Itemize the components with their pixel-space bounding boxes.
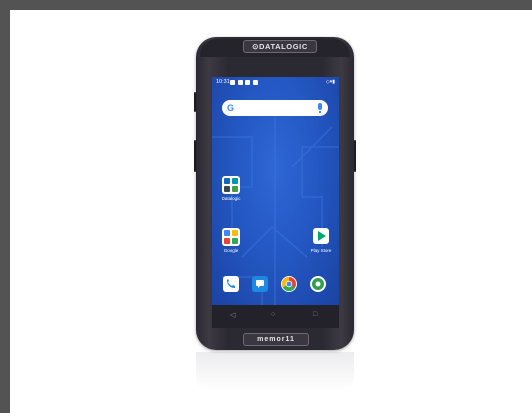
system-status-icons: ◇▾▮ [325, 79, 335, 85]
play-store-icon[interactable] [313, 228, 329, 244]
messages-icon[interactable] [252, 276, 268, 292]
navigation-bar: ◁ ○ □ [212, 305, 339, 328]
folder-label-datalogic: Datalogic [221, 196, 241, 201]
datalogic-folder[interactable] [222, 176, 240, 194]
home-icon[interactable]: ○ [271, 311, 275, 318]
back-icon[interactable]: ◁ [230, 311, 235, 319]
google-folder[interactable] [222, 228, 240, 246]
google-search-bar[interactable]: G [222, 100, 328, 116]
photo-notification-icon [245, 80, 251, 86]
notification-icons [230, 78, 259, 88]
home-screen: 10:31 ◇▾▮ G Datalogic Google Play Store [212, 77, 339, 305]
right-scan-button [354, 140, 356, 172]
settings-notification-icon [230, 80, 235, 86]
google-logo-icon: G [227, 103, 235, 113]
brand-logo: ⊙DATALOGIC [243, 40, 317, 53]
folder-label-google: Google [223, 248, 239, 253]
microphone-icon[interactable] [318, 103, 322, 113]
chrome-icon[interactable] [281, 276, 297, 292]
device-reflection [196, 352, 354, 390]
status-time: 10:31 [216, 79, 230, 85]
status-bar: 10:31 ◇▾▮ [212, 77, 339, 87]
left-side-button [194, 92, 196, 112]
recents-icon[interactable]: □ [313, 311, 317, 318]
device-model-badge: memor11 [243, 333, 309, 346]
sync-notification-icon [237, 80, 243, 86]
left-scan-button [194, 140, 196, 172]
update-notification-icon [252, 80, 258, 86]
camera-icon[interactable] [310, 276, 326, 292]
app-label-play-store: Play Store [310, 248, 332, 253]
phone-icon[interactable] [223, 276, 239, 292]
